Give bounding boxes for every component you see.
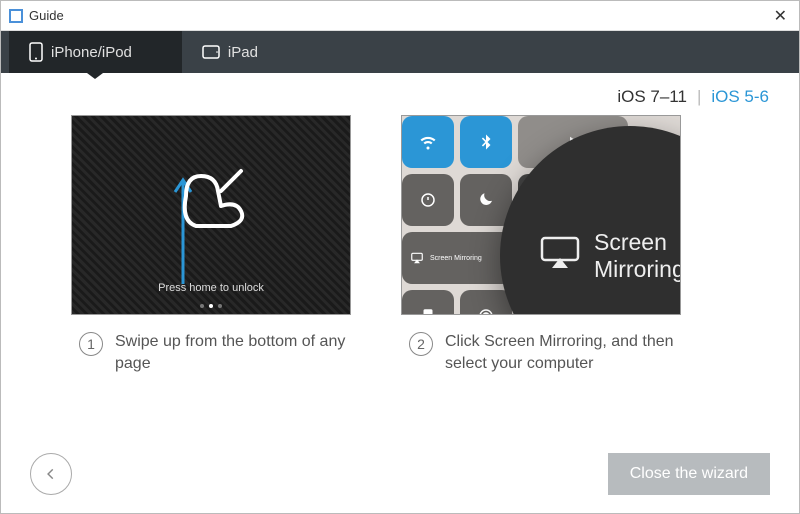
step-2-image: Screen Mirroring Screen Mirroring (401, 115, 681, 315)
rotation-lock-icon (402, 174, 454, 226)
close-wizard-button[interactable]: Close the wizard (608, 453, 770, 495)
tablet-icon (202, 45, 220, 59)
back-button[interactable] (30, 453, 72, 495)
calculator-icon (402, 290, 454, 315)
page-dots (72, 304, 350, 308)
app-icon (9, 9, 23, 23)
bubble-label: Screen Mirroring (594, 229, 681, 283)
lockscreen-text: Press home to unlock (72, 282, 350, 294)
step-1-text: Swipe up from the bottom of any page (115, 331, 371, 374)
device-tabbar: iPhone/iPod iPad (1, 31, 799, 73)
screen-mirroring-tile: Screen Mirroring (402, 232, 512, 284)
tab-ipad[interactable]: iPad (182, 31, 308, 73)
airplay-icon (540, 236, 580, 276)
step-1-image: Press home to unlock (71, 115, 351, 315)
phone-icon (29, 42, 43, 62)
step-2-text: Click Screen Mirroring, and then select … (445, 331, 701, 374)
moon-icon (460, 174, 512, 226)
tab-label: iPad (228, 44, 258, 61)
step-2: Screen Mirroring Screen Mirroring 2 Clic… (401, 115, 701, 374)
separator: | (697, 87, 701, 107)
link-ios-7-11[interactable]: iOS 7–11 (617, 87, 687, 107)
ios-version-links: iOS 7–11 | iOS 5-6 (1, 73, 799, 115)
step-1: Press home to unlock 1 Swipe up from the… (71, 115, 371, 374)
tab-label: iPhone/iPod (51, 44, 132, 61)
link-ios-5-6[interactable]: iOS 5-6 (711, 87, 769, 107)
bluetooth-icon (460, 116, 512, 168)
hand-swipe-icon (166, 156, 256, 236)
tab-iphone-ipod[interactable]: iPhone/iPod (9, 31, 182, 73)
window-title: Guide (29, 8, 64, 23)
window-close-button[interactable]: ✕ (770, 6, 791, 26)
wifi-icon (402, 116, 454, 168)
step-number-2: 2 (409, 332, 433, 356)
step-number-1: 1 (79, 332, 103, 356)
camera-icon (460, 290, 512, 315)
